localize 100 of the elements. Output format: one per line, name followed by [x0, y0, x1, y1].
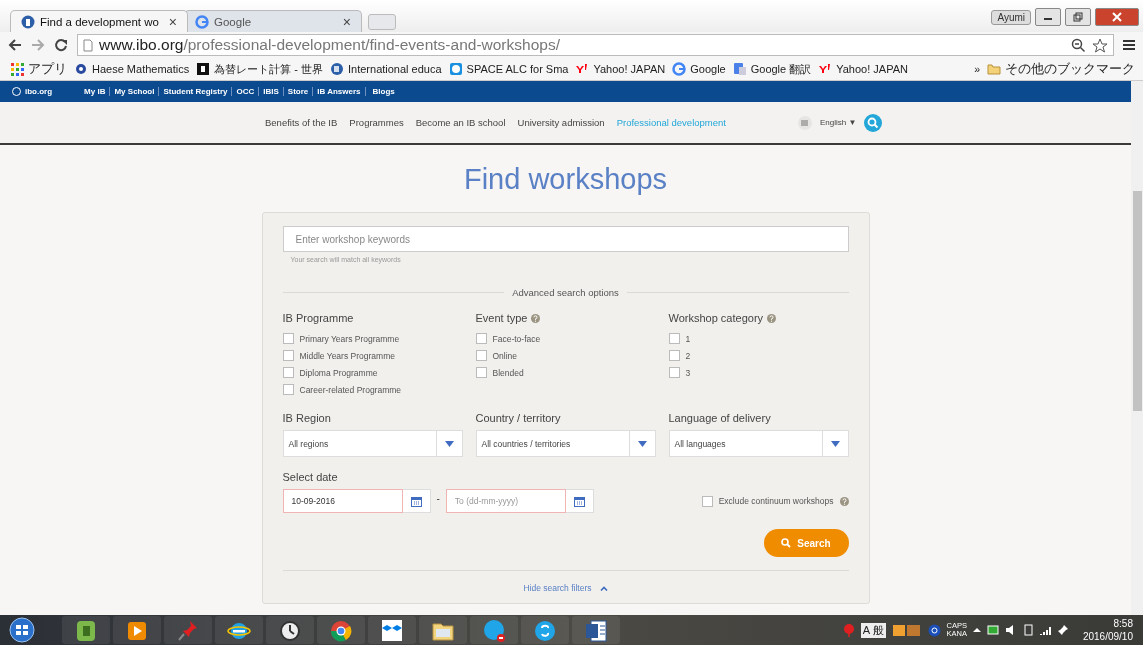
google-logo-icon	[672, 62, 687, 76]
calendar-icon	[410, 495, 422, 507]
taskbar-app[interactable]	[215, 616, 263, 644]
taskbar-app[interactable]	[113, 616, 161, 644]
caret-icon	[444, 440, 454, 447]
nav-link[interactable]: Programmes	[349, 117, 404, 128]
more-bookmarks-button[interactable]: »	[974, 63, 980, 75]
close-icon[interactable]: ×	[168, 13, 177, 30]
yahoo-logo-icon	[575, 62, 590, 76]
bookmark-link[interactable]: Haese Mathematics	[74, 62, 190, 76]
zoom-out-icon[interactable]	[1071, 37, 1086, 53]
filter-heading: IB Programme	[282, 312, 354, 324]
field-label: Select date	[282, 471, 339, 483]
top-bar-link[interactable]: My IB	[80, 87, 111, 96]
nav-link[interactable]: Become an IB school	[415, 117, 506, 128]
dropdown[interactable]: All regions	[282, 430, 463, 457]
bookmark-link[interactable]: Google 翻訳	[732, 61, 812, 77]
taskbar-app[interactable]	[521, 616, 569, 644]
chevron-up-icon	[599, 585, 608, 591]
chrome-icon	[329, 618, 353, 642]
signal-icon[interactable]	[1038, 625, 1051, 635]
bookmark-link[interactable]: アプリ	[10, 60, 67, 78]
calendar-icon	[573, 495, 585, 507]
search-icon[interactable]	[864, 113, 883, 132]
field-label: IB Region	[282, 412, 332, 424]
checkbox-option[interactable]: Middle Years Programme	[282, 347, 463, 364]
date-separator: -	[436, 492, 440, 504]
field-label: Country / territory	[475, 412, 562, 424]
date-to-field[interactable]: To (dd-mm-yyyy)	[445, 489, 566, 513]
taskbar-app[interactable]	[266, 616, 314, 644]
caret-icon	[830, 440, 840, 447]
bookmark-link[interactable]: 為替レート計算 - 世界	[196, 61, 323, 77]
phone-icon[interactable]	[1022, 624, 1033, 636]
checkbox-option[interactable]: Exclude continuum workshops	[701, 495, 834, 507]
profile-button[interactable]: Ayumi	[991, 9, 1031, 25]
calendar-button[interactable]	[565, 489, 594, 513]
translate-icon	[732, 62, 747, 76]
checkbox-option[interactable]: 2	[668, 347, 849, 364]
date-from-field[interactable]: 10-09-2016	[282, 489, 403, 513]
elephant-icon	[74, 618, 98, 642]
yahoo-logo-icon	[818, 62, 833, 76]
page-icon	[83, 38, 93, 52]
language-selector[interactable]: English ▼	[819, 118, 857, 127]
apps-grid-icon	[10, 62, 24, 76]
address-bar[interactable]: www.ibo.org/professional-development/find-events-and-workshops/	[77, 34, 1114, 56]
checkbox-option[interactable]: Online	[475, 347, 656, 364]
caret-icon	[637, 440, 647, 447]
bookmark-link[interactable]: Google	[672, 62, 726, 76]
filter-heading: Event type	[475, 312, 528, 324]
top-bar-link[interactable]: IBIS	[259, 87, 284, 96]
bookmark-link[interactable]: SPACE ALC for Sma	[448, 62, 569, 76]
hide-filters-link[interactable]: Hide search filters	[523, 583, 608, 593]
top-bar-link[interactable]: Store	[283, 87, 314, 96]
star-icon[interactable]	[1092, 37, 1108, 53]
browser-tab[interactable]: Find a development wo ×	[10, 10, 188, 32]
tray-tools-icon	[891, 623, 922, 637]
calendar-button[interactable]	[402, 489, 431, 513]
close-icon[interactable]: ×	[342, 13, 351, 30]
minimize-button[interactable]	[1035, 8, 1061, 26]
checkbox-option[interactable]: Diploma Programme	[282, 364, 463, 381]
nav-link[interactable]: University admission	[517, 117, 605, 128]
bookmark-link[interactable]: Yahoo! JAPAN	[818, 62, 908, 76]
bookmark-link[interactable]: Yahoo! JAPAN	[575, 62, 666, 76]
top-bar-link[interactable]: IB Answers	[313, 87, 366, 96]
section-label: Advanced search options	[512, 287, 619, 298]
home-link[interactable]: ibo.org	[12, 87, 53, 96]
bookmark-folder[interactable]: その他のブックマーク	[987, 60, 1135, 78]
google-logo-icon	[195, 14, 209, 29]
back-arrow-icon[interactable]	[8, 39, 22, 51]
ime-indicator[interactable]: A 般	[860, 622, 886, 638]
top-bar-link[interactable]: OCC	[232, 87, 260, 96]
show-hidden-icons-icon[interactable]	[972, 627, 981, 633]
top-bar-link[interactable]: Student Registry	[159, 87, 233, 96]
keyword-field[interactable]: Enter workshop keywords	[282, 226, 849, 252]
top-bar-link[interactable]: My School	[110, 87, 160, 96]
scrollbar[interactable]	[1131, 81, 1143, 615]
checkbox-option[interactable]: 1	[668, 330, 849, 347]
checkbox-option[interactable]: 3	[668, 364, 849, 381]
checkbox-option[interactable]: Career-related Programme	[282, 381, 463, 398]
taskbar-app[interactable]	[368, 616, 416, 644]
checkbox-option[interactable]: Blended	[475, 364, 656, 381]
pushpin-icon	[176, 618, 200, 642]
taskbar-app[interactable]	[317, 616, 365, 644]
top-bar-link[interactable]: Blogs	[368, 87, 399, 96]
bookmark-link[interactable]: International educa	[330, 62, 442, 76]
ib-logo-icon	[21, 14, 35, 29]
dropdown[interactable]: All countries / territories	[475, 430, 656, 457]
close-window-button[interactable]	[1095, 8, 1139, 26]
page-title: Find workshops	[463, 163, 668, 196]
taskbar-app[interactable]	[572, 616, 620, 644]
nav-link[interactable]: Benefits of the IB	[265, 117, 338, 128]
dropdown[interactable]: All languages	[668, 430, 849, 457]
letter-icon	[196, 62, 211, 76]
restore-button[interactable]	[1065, 8, 1091, 26]
clock[interactable]: 8:58 2016/09/10	[1082, 617, 1133, 643]
checkbox-option[interactable]: Face-to-face	[475, 330, 656, 347]
reload-icon[interactable]	[54, 38, 68, 52]
taskbar-app[interactable]	[419, 616, 467, 644]
checkbox-option[interactable]: Primary Years Programme	[282, 330, 463, 347]
windows-logo-icon	[9, 617, 35, 643]
